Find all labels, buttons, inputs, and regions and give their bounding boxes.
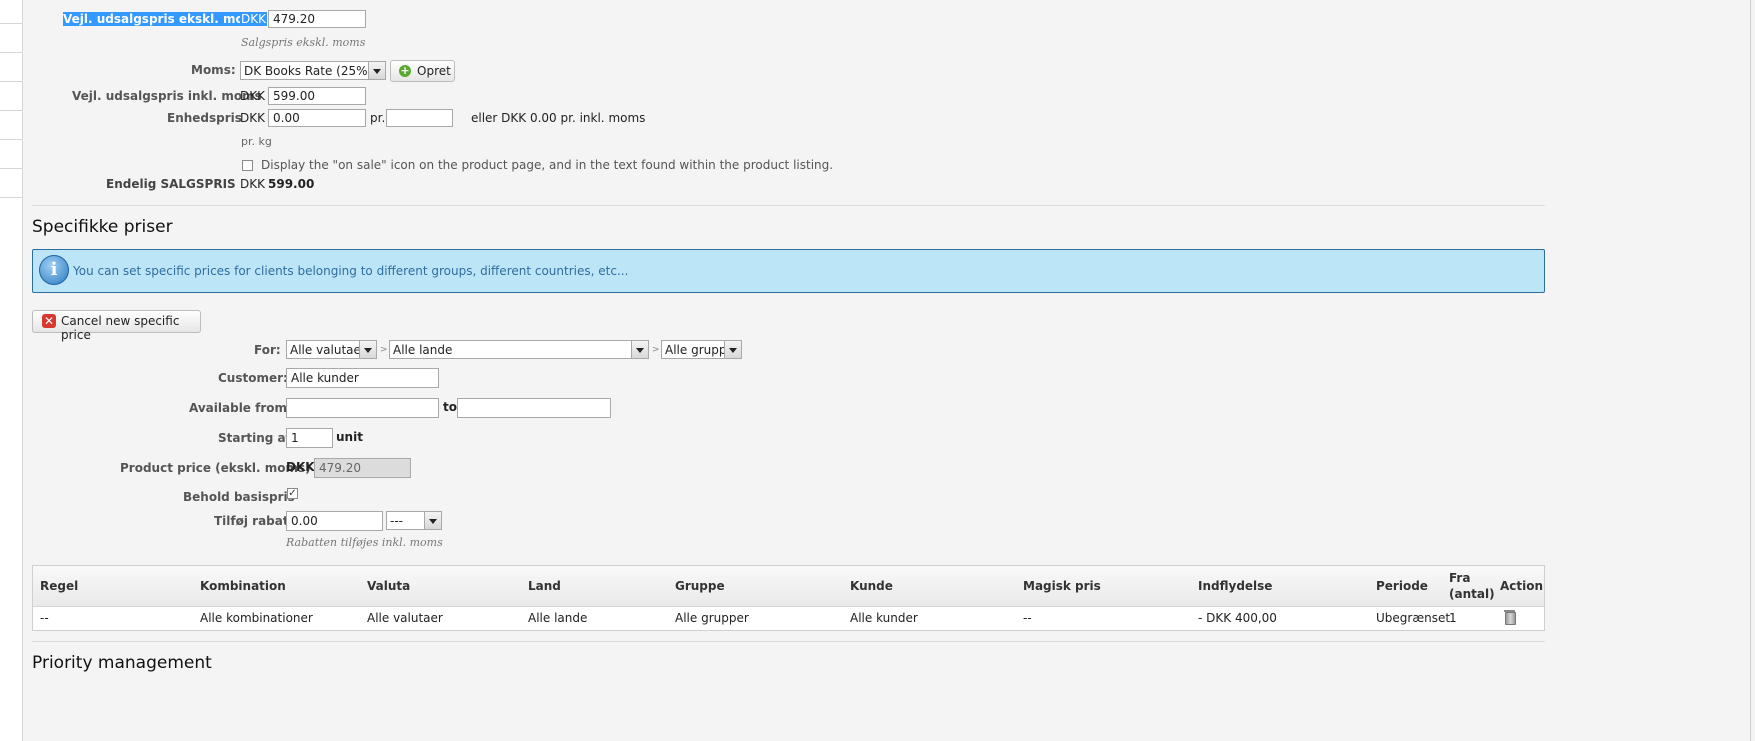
retail-excl-input[interactable] bbox=[268, 10, 366, 28]
plus-circle-icon: + bbox=[399, 64, 411, 77]
country-select-value: Alle lande bbox=[393, 343, 453, 357]
header-regel: Regel bbox=[40, 579, 79, 593]
discount-type-value: --- bbox=[390, 514, 403, 528]
cell-regel: -- bbox=[40, 611, 49, 625]
create-tax-label: Opret bbox=[417, 64, 451, 78]
scrollbar-edge bbox=[1750, 0, 1751, 741]
retail-excl-label: Vejl. udsalgspris ekskl. moms bbox=[63, 12, 264, 26]
retail-incl-label: Vejl. udsalgspris inkl. moms bbox=[72, 89, 262, 103]
specific-prices-heading: Specifikke priser bbox=[32, 217, 173, 237]
customer-input[interactable] bbox=[286, 368, 439, 388]
cell-valuta: Alle valutaer bbox=[367, 611, 443, 625]
retail-incl-currency: DKK bbox=[240, 89, 265, 103]
product-price-input bbox=[314, 458, 411, 478]
header-gruppe: Gruppe bbox=[675, 579, 725, 593]
available-to-label: to bbox=[443, 400, 457, 414]
trash-icon[interactable] bbox=[1504, 610, 1516, 625]
available-from-label: Available from: bbox=[189, 401, 292, 415]
tax-label: Moms: bbox=[191, 63, 236, 77]
cell-indflydelse: - DKK 400,00 bbox=[1198, 611, 1277, 625]
discount-label: Tilføj rabat bbox=[214, 514, 289, 528]
info-box: i You can set specific prices for client… bbox=[32, 249, 1545, 293]
currency-select-value: Alle valutaer bbox=[290, 343, 366, 357]
keep-base-label: Behold basispris bbox=[183, 490, 295, 504]
tax-select[interactable]: DK Books Rate (25%) bbox=[240, 61, 386, 80]
header-kombination: Kombination bbox=[200, 579, 286, 593]
chevron-down-icon bbox=[724, 341, 741, 358]
cell-fra: 1 bbox=[1449, 611, 1457, 625]
cell-kunde: Alle kunder bbox=[850, 611, 918, 625]
group-select[interactable]: Alle grupper bbox=[661, 340, 742, 359]
create-tax-button[interactable]: + Opret bbox=[390, 60, 455, 82]
starting-unit: unit bbox=[336, 430, 363, 444]
unit-per-input[interactable] bbox=[386, 109, 453, 127]
cell-gruppe: Alle grupper bbox=[675, 611, 749, 625]
keep-base-checkbox[interactable]: ✓ bbox=[287, 488, 298, 499]
cell-land: Alle lande bbox=[528, 611, 588, 625]
retail-incl-input[interactable] bbox=[268, 87, 366, 105]
unit-text: pr. kg bbox=[241, 135, 272, 148]
final-price-currency: DKK bbox=[240, 177, 265, 191]
tax-select-value: DK Books Rate (25%) bbox=[244, 64, 373, 78]
customer-label: Customer: bbox=[218, 371, 288, 385]
header-kunde: Kunde bbox=[850, 579, 893, 593]
product-price-label: Product price (ekskl. moms) bbox=[120, 461, 311, 475]
separator-2: > bbox=[652, 345, 660, 355]
header-land: Land bbox=[528, 579, 561, 593]
left-sidebar-strip bbox=[0, 0, 23, 741]
cross-icon: ✕ bbox=[42, 314, 56, 328]
starting-at-input[interactable] bbox=[286, 428, 333, 448]
cell-periode: Ubegrænset bbox=[1376, 611, 1451, 625]
discount-type-select[interactable]: --- bbox=[386, 511, 442, 530]
discount-input[interactable] bbox=[286, 511, 383, 531]
header-magisk-pris: Magisk pris bbox=[1023, 579, 1101, 593]
discount-help: Rabatten tilføjes inkl. moms bbox=[286, 536, 443, 549]
table-header: Regel Kombination Valuta Land Gruppe Kun… bbox=[33, 566, 1544, 607]
unit-per-label: pr. bbox=[370, 111, 386, 125]
header-action: Action bbox=[1500, 579, 1544, 593]
unit-price-currency: DKK bbox=[240, 111, 265, 125]
priority-management-heading: Priority management bbox=[32, 653, 212, 673]
header-antal: (antal) bbox=[1449, 587, 1495, 601]
available-from-input[interactable] bbox=[286, 398, 439, 418]
chevron-down-icon bbox=[368, 62, 385, 79]
starting-at-label: Starting at bbox=[218, 431, 292, 445]
unit-price-note: eller DKK 0.00 pr. inkl. moms bbox=[471, 111, 646, 125]
divider-bottom bbox=[32, 641, 1545, 642]
unit-price-input[interactable] bbox=[268, 109, 366, 127]
on-sale-checkbox[interactable] bbox=[242, 160, 253, 171]
product-price-currency: DKK bbox=[286, 460, 315, 474]
country-select[interactable]: Alle lande bbox=[389, 340, 649, 359]
specific-prices-table: Regel Kombination Valuta Land Gruppe Kun… bbox=[32, 565, 1545, 631]
separator-1: > bbox=[380, 345, 388, 355]
chevron-down-icon bbox=[359, 341, 376, 358]
cell-magisk-pris: -- bbox=[1023, 611, 1032, 625]
header-indflydelse: Indflydelse bbox=[1198, 579, 1273, 593]
chevron-down-icon bbox=[631, 341, 648, 358]
on-sale-label: Display the "on sale" icon on the produc… bbox=[261, 158, 834, 172]
currency-select[interactable]: Alle valutaer bbox=[286, 340, 377, 359]
divider bbox=[32, 205, 1545, 206]
retail-excl-currency: DKK bbox=[240, 12, 267, 26]
final-price-label: Endelig SALGSPRIS bbox=[106, 177, 236, 191]
cancel-specific-price-label: Cancel new specific price bbox=[61, 314, 180, 342]
cell-kombination: Alle kombinationer bbox=[200, 611, 313, 625]
chevron-down-icon bbox=[424, 512, 441, 529]
info-text: You can set specific prices for clients … bbox=[73, 264, 629, 278]
info-icon: i bbox=[39, 255, 69, 285]
final-price-value: 599.00 bbox=[268, 177, 315, 191]
header-periode: Periode bbox=[1376, 579, 1428, 593]
retail-excl-help: Salgspris ekskl. moms bbox=[241, 36, 366, 49]
for-label: For: bbox=[254, 343, 281, 357]
unit-price-label: Enhedspris bbox=[167, 111, 242, 125]
cancel-specific-price-button[interactable]: ✕ Cancel new specific price bbox=[32, 310, 201, 342]
header-fra: Fra bbox=[1449, 571, 1471, 585]
header-valuta: Valuta bbox=[367, 579, 411, 593]
available-to-input[interactable] bbox=[457, 398, 611, 418]
